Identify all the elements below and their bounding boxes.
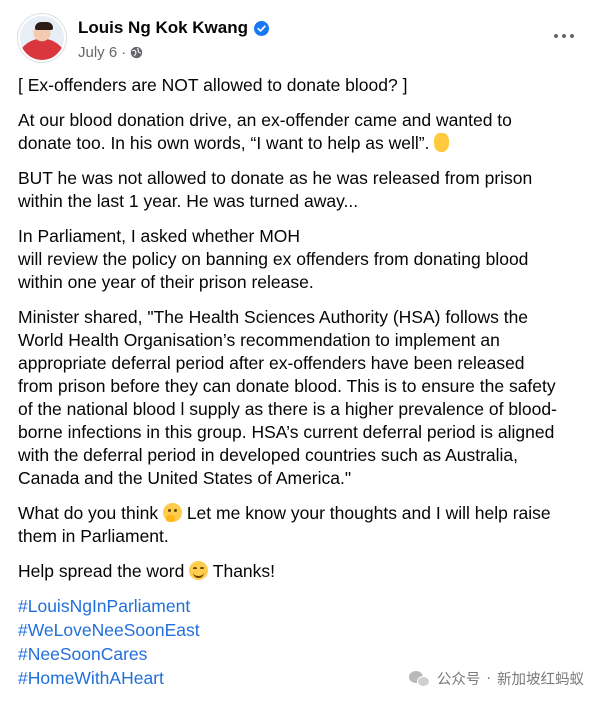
text-line: will review the policy on banning ex off… bbox=[18, 249, 529, 269]
watermark-separator: · bbox=[486, 670, 491, 687]
text-segment: Help spread the word bbox=[18, 561, 185, 581]
paragraph-5: Minister shared, "The Health Sciences Au… bbox=[18, 306, 584, 490]
text-line: BUT he was not allowed to donate as he w… bbox=[18, 168, 533, 188]
post-header: Louis Ng Kok Kwang July 6 · bbox=[18, 14, 582, 66]
text-segment: Thanks! bbox=[212, 561, 276, 581]
post-meta: July 6 · bbox=[78, 44, 143, 61]
author-avatar[interactable] bbox=[18, 14, 66, 62]
meta-separator: · bbox=[121, 44, 127, 61]
watermark-label: 公众号 bbox=[436, 672, 481, 688]
text-segment: donate too. In his own words, “I want to… bbox=[18, 133, 430, 153]
more-dot bbox=[570, 34, 574, 38]
wechat-icon bbox=[408, 670, 431, 688]
text-line: appropriate deferral period after ex-off… bbox=[18, 353, 525, 373]
paragraph-1: [ Ex-offenders are NOT allowed to donate… bbox=[18, 74, 584, 97]
more-dot bbox=[554, 34, 558, 38]
post-body: [ Ex-offenders are NOT allowed to donate… bbox=[18, 74, 584, 595]
text-line: [ Ex-offenders are NOT allowed to donate… bbox=[18, 75, 408, 95]
text-line: them in Parliament. bbox=[18, 526, 169, 546]
text-line: In Parliament, I asked whether MOH bbox=[18, 226, 301, 246]
author-name-row: Louis Ng Kok Kwang bbox=[78, 18, 269, 38]
hashtag-link[interactable]: #NeeSoonCares bbox=[18, 642, 200, 666]
hashtag-list: #LouisNgInParliament #WeLoveNeeSoonEast … bbox=[18, 594, 200, 690]
more-dot bbox=[562, 34, 566, 38]
text-line: with the deferral period in developed co… bbox=[18, 445, 519, 465]
text-line: within the last 1 year. He was turned aw… bbox=[18, 191, 359, 211]
paragraph-4: In Parliament, I asked whether MOH will … bbox=[18, 225, 584, 294]
text-line: World Health Organisation’s recommendati… bbox=[18, 330, 500, 350]
text-line: of the national blood l supply as there … bbox=[18, 399, 557, 419]
globe-icon[interactable] bbox=[130, 46, 143, 59]
text-line-with-emoji: Help spread the word Thanks! bbox=[18, 560, 584, 583]
author-name[interactable]: Louis Ng Kok Kwang bbox=[78, 18, 248, 38]
paragraph-7: Help spread the word Thanks! bbox=[18, 560, 584, 583]
text-segment: Let me know your thoughts and I will hel… bbox=[186, 503, 551, 523]
thinking-face-emoji-icon bbox=[162, 503, 182, 522]
text-line: from prison before they can donate blood… bbox=[18, 376, 556, 396]
text-line-with-emoji: What do you think Let me know your thoug… bbox=[18, 502, 584, 525]
wechat-watermark: 公众号 · 新加坡红蚂蚁 bbox=[408, 668, 584, 689]
text-line: At our blood donation drive, an ex-offen… bbox=[18, 110, 512, 130]
verified-badge-icon bbox=[254, 20, 269, 36]
text-line-with-emoji: donate too. In his own words, “I want to… bbox=[18, 132, 584, 155]
more-options-button[interactable] bbox=[550, 24, 578, 48]
watermark-account: 新加坡红蚂蚁 bbox=[497, 672, 584, 688]
avatar-hair bbox=[35, 22, 53, 30]
post-date[interactable]: July 6 bbox=[78, 44, 117, 61]
paragraph-2: At our blood donation drive, an ex-offen… bbox=[18, 109, 584, 155]
hand-emoji-icon bbox=[434, 133, 450, 152]
facebook-post: Louis Ng Kok Kwang July 6 · [ Ex-offende… bbox=[0, 0, 600, 702]
text-line: within one year of their prison release. bbox=[18, 272, 314, 292]
text-segment: What do you think bbox=[18, 503, 159, 523]
smiling-face-emoji-icon bbox=[189, 561, 209, 580]
hashtag-link[interactable]: #HomeWithAHeart bbox=[18, 666, 200, 690]
text-line: Minister shared, "The Health Sciences Au… bbox=[18, 307, 529, 327]
paragraph-6: What do you think Let me know your thoug… bbox=[18, 502, 584, 548]
paragraph-3: BUT he was not allowed to donate as he w… bbox=[18, 167, 584, 213]
hashtag-link[interactable]: #WeLoveNeeSoonEast bbox=[18, 618, 200, 642]
hashtag-link[interactable]: #LouisNgInParliament bbox=[18, 594, 200, 618]
text-line: borne infections in this group. HSA’s cu… bbox=[18, 422, 555, 442]
text-line: Canada and the United States of America.… bbox=[18, 468, 352, 488]
